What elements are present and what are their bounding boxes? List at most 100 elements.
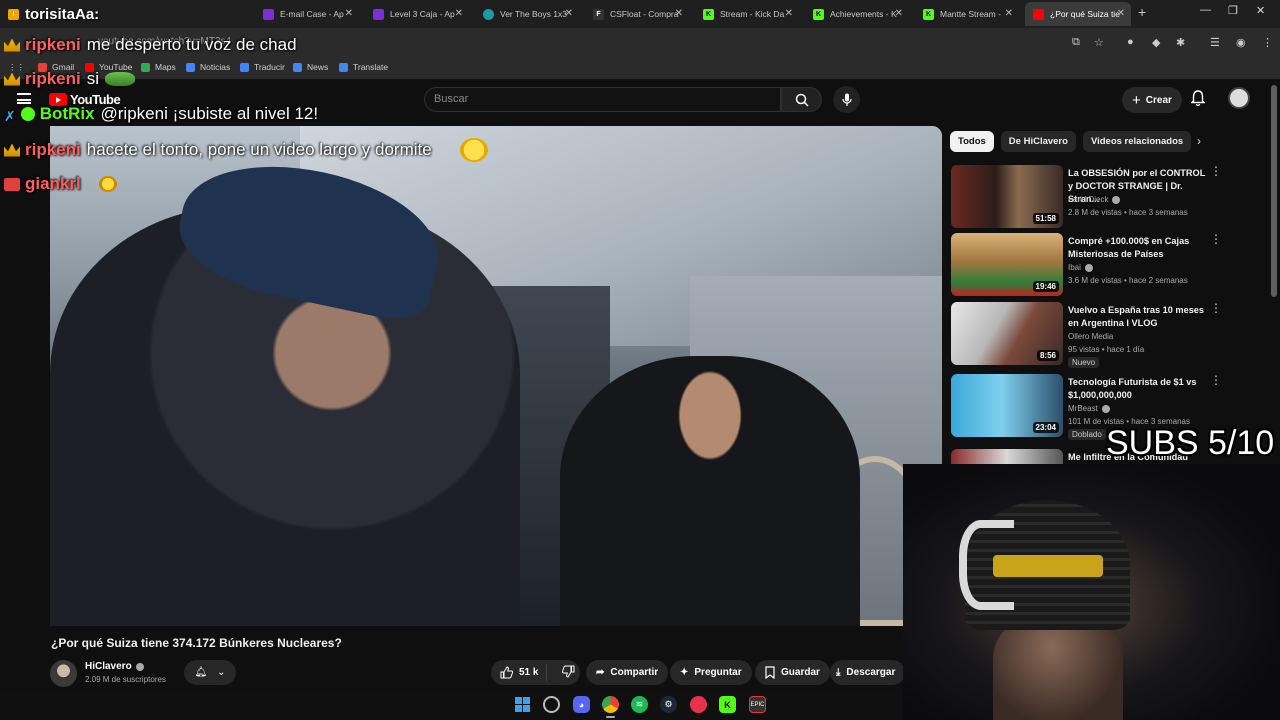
tab-csfloat[interactable]: F CSFloat - Compra ✕ — [585, 2, 689, 26]
ask-button[interactable]: ✦ Preguntar — [670, 660, 752, 685]
browser-tabstrip: ! torisitaAa: E-mail Case - Ap ✕ Level 3… — [0, 0, 1280, 28]
menu-list-icon[interactable]: ☰ — [1210, 36, 1220, 49]
chat-text: hacete el tonto, pone un video largo y d… — [86, 140, 432, 159]
minimize-icon[interactable]: — — [1200, 4, 1211, 16]
channel-avatar[interactable] — [50, 660, 77, 687]
sleepy-emote-icon — [98, 176, 117, 192]
verified-icon — [1084, 263, 1093, 272]
close-icon[interactable]: ✕ — [1005, 8, 1013, 19]
bookmark-news[interactable]: News — [293, 62, 328, 72]
kick-icon: K — [703, 8, 714, 20]
close-icon[interactable]: ✕ — [565, 8, 573, 19]
puzzle-icon[interactable]: ✱ — [1176, 36, 1185, 49]
search-button[interactable] — [781, 87, 822, 112]
close-icon[interactable]: ✕ — [455, 8, 463, 19]
epic-games-icon[interactable]: EPIC — [749, 696, 766, 713]
chat-username: ripkeni — [25, 35, 81, 54]
tab-the-boys[interactable]: Ver The Boys 1x3 ✕ — [475, 2, 579, 26]
video-player[interactable] — [50, 126, 942, 626]
more-options-icon[interactable]: ⋮ — [1210, 165, 1222, 177]
close-window-icon[interactable]: ✕ — [1256, 4, 1265, 17]
channel-name[interactable]: Ibai — [1068, 263, 1093, 272]
recommended-video[interactable]: 8:56 Vuelvo a España tras 10 meses en Ar… — [951, 302, 1261, 368]
create-button[interactable]: + Crear — [1122, 87, 1182, 113]
crown-badge-icon — [4, 143, 20, 157]
chip-from-channel[interactable]: De HiClavero — [1000, 131, 1076, 152]
chat-username: BotRix — [39, 104, 95, 123]
cast-icon[interactable]: ⧉ — [1072, 36, 1080, 49]
account-avatar[interactable] — [1228, 87, 1250, 109]
more-icon[interactable]: ⋮ — [1262, 36, 1273, 49]
steam-icon[interactable]: ⚙ — [660, 696, 677, 713]
tab-label: Achievements - K — [830, 9, 897, 19]
search-input[interactable] — [425, 88, 780, 110]
channel-name[interactable]: HiClavero — [85, 661, 144, 672]
voice-search-button[interactable] — [833, 86, 860, 113]
close-icon[interactable]: ✕ — [345, 8, 353, 19]
bookmark-translate[interactable]: Translate — [339, 62, 388, 72]
recommended-video[interactable]: 19:46 Compré +100.000$ en Cajas Misterio… — [951, 233, 1261, 297]
extension-icon[interactable]: ● — [1127, 36, 1134, 48]
tab-youtube-active[interactable]: ¿Por qué Suiza tie ✕ — [1025, 2, 1131, 26]
duration-badge: 19:46 — [1032, 281, 1059, 292]
video-title[interactable]: Tecnología Futurista de $1 vs $1,000,000… — [1068, 376, 1208, 402]
bookmark-traducir[interactable]: Traducir — [240, 62, 285, 72]
video-title[interactable]: Compré +100.000$ en Cajas Misteriosas de… — [1068, 235, 1208, 261]
tab-mantte-stream[interactable]: K Mantte Stream - ✕ — [915, 2, 1019, 26]
subscription-bell-button[interactable]: 🔔︎ ⌄ — [184, 660, 236, 685]
subs-goal-counter: SUBS 5/10 — [1106, 424, 1275, 462]
chip-related[interactable]: Videos relacionados — [1082, 131, 1192, 152]
spotify-icon[interactable]: ≋ — [631, 696, 648, 713]
more-options-icon[interactable]: ⋮ — [1210, 302, 1222, 314]
video-title[interactable]: Vuelvo a España tras 10 meses en Argenti… — [1068, 304, 1208, 330]
tab-twitch[interactable]: ! torisitaAa: — [0, 2, 210, 26]
kick-icon[interactable]: K — [719, 696, 736, 713]
app-icon[interactable] — [690, 696, 707, 713]
video-thumbnail[interactable]: 19:46 — [951, 233, 1063, 296]
tab-label: Mantte Stream - — [940, 9, 1001, 19]
tab-level3-caja[interactable]: Level 3 Caja - Ap ✕ — [365, 2, 469, 26]
windows-taskbar: ◕ ≋ ⚙ K EPIC — [0, 690, 903, 720]
video-thumbnail[interactable] — [951, 449, 1063, 465]
share-button[interactable]: ➦ Compartir — [586, 660, 669, 685]
channel-name[interactable]: Farid Dieck — [1068, 195, 1121, 204]
more-options-icon[interactable]: ⋮ — [1210, 233, 1222, 245]
profile-icon[interactable]: ◉ — [1236, 36, 1246, 49]
chip-all[interactable]: Todos — [950, 131, 994, 152]
discord-icon[interactable]: ◕ — [573, 696, 590, 713]
video-thumbnail[interactable]: 51:58 — [951, 165, 1063, 228]
new-tab-button[interactable]: + — [1138, 4, 1146, 20]
tab-achievements[interactable]: K Achievements - K ✕ — [805, 2, 909, 26]
tab-email-case[interactable]: E-mail Case - Ap ✕ — [255, 2, 359, 26]
like-button[interactable]: 51 k — [491, 664, 547, 681]
chrome-icon[interactable] — [602, 696, 619, 718]
settings-app-icon[interactable] — [543, 696, 560, 713]
bookmark-noticias[interactable]: Noticias — [186, 62, 230, 72]
save-button[interactable]: Guardar — [755, 660, 830, 685]
tab-label: Level 3 Caja - Ap — [390, 9, 455, 19]
bookmark-maps[interactable]: Maps — [141, 62, 176, 72]
channel-name[interactable]: Ollero Media — [1068, 332, 1113, 341]
crown-badge-icon — [4, 38, 20, 52]
close-icon[interactable]: ✕ — [895, 8, 903, 19]
more-options-icon[interactable]: ⋮ — [1210, 374, 1222, 386]
chevron-right-icon[interactable]: › — [1197, 134, 1201, 148]
page-scrollbar[interactable] — [1271, 85, 1277, 297]
channel-name[interactable]: MrBeast — [1068, 404, 1110, 413]
notifications-bell-icon[interactable] — [1191, 90, 1205, 106]
hamburger-menu-icon[interactable] — [17, 93, 31, 104]
close-icon[interactable]: ✕ — [675, 8, 683, 19]
extension-icon[interactable]: ◆ — [1152, 36, 1160, 49]
close-icon[interactable]: ✕ — [785, 8, 793, 19]
video-thumbnail[interactable]: 23:04 — [951, 374, 1063, 437]
bookmarks-bar: ⋮⋮ Gmail YouTube Maps Noticias Traducir … — [0, 58, 1280, 80]
recommended-video[interactable]: 51:58 La OBSESIÓN por el CONTROL y DOCTO… — [951, 165, 1261, 229]
close-icon[interactable]: ✕ — [1117, 8, 1125, 19]
tab-kick-stream[interactable]: K Stream - Kick Da ✕ — [695, 2, 799, 26]
maximize-icon[interactable]: ❐ — [1228, 4, 1238, 17]
star-icon[interactable]: ☆ — [1094, 36, 1104, 49]
dislike-button[interactable] — [553, 665, 575, 681]
windows-start-icon[interactable] — [514, 696, 531, 713]
video-thumbnail[interactable]: 8:56 — [951, 302, 1063, 365]
download-button[interactable]: ⤓ Descargar — [830, 660, 905, 685]
